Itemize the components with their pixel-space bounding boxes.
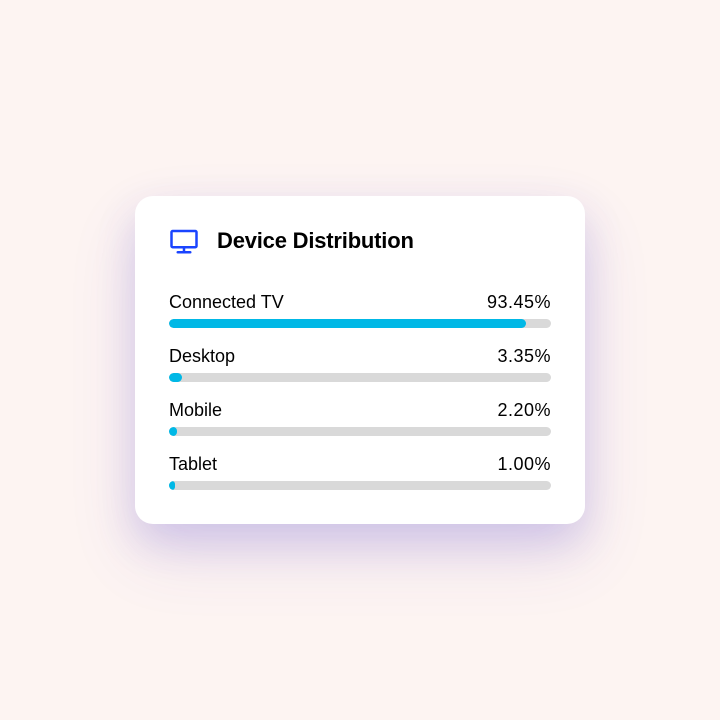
row-top: Tablet 1.00%: [169, 454, 551, 475]
row-value: 3.35%: [497, 346, 551, 367]
bar-fill: [169, 427, 177, 436]
distribution-row: Connected TV 93.45%: [169, 292, 551, 328]
bar-fill: [169, 481, 175, 490]
bar-track: [169, 319, 551, 328]
row-value: 1.00%: [497, 454, 551, 475]
row-label: Desktop: [169, 346, 235, 367]
row-top: Mobile 2.20%: [169, 400, 551, 421]
bar-track: [169, 373, 551, 382]
row-label: Tablet: [169, 454, 217, 475]
distribution-row: Desktop 3.35%: [169, 346, 551, 382]
row-label: Mobile: [169, 400, 222, 421]
card-title: Device Distribution: [217, 228, 414, 254]
card-header: Device Distribution: [169, 226, 551, 256]
row-label: Connected TV: [169, 292, 284, 313]
bar-fill: [169, 319, 526, 328]
row-top: Desktop 3.35%: [169, 346, 551, 367]
device-distribution-card: Device Distribution Connected TV 93.45% …: [135, 196, 585, 524]
distribution-row: Tablet 1.00%: [169, 454, 551, 490]
row-top: Connected TV 93.45%: [169, 292, 551, 313]
bar-fill: [169, 373, 182, 382]
bar-track: [169, 427, 551, 436]
distribution-rows: Connected TV 93.45% Desktop 3.35% Mobile…: [169, 292, 551, 490]
distribution-row: Mobile 2.20%: [169, 400, 551, 436]
monitor-icon: [169, 226, 199, 256]
row-value: 93.45%: [487, 292, 551, 313]
row-value: 2.20%: [497, 400, 551, 421]
bar-track: [169, 481, 551, 490]
